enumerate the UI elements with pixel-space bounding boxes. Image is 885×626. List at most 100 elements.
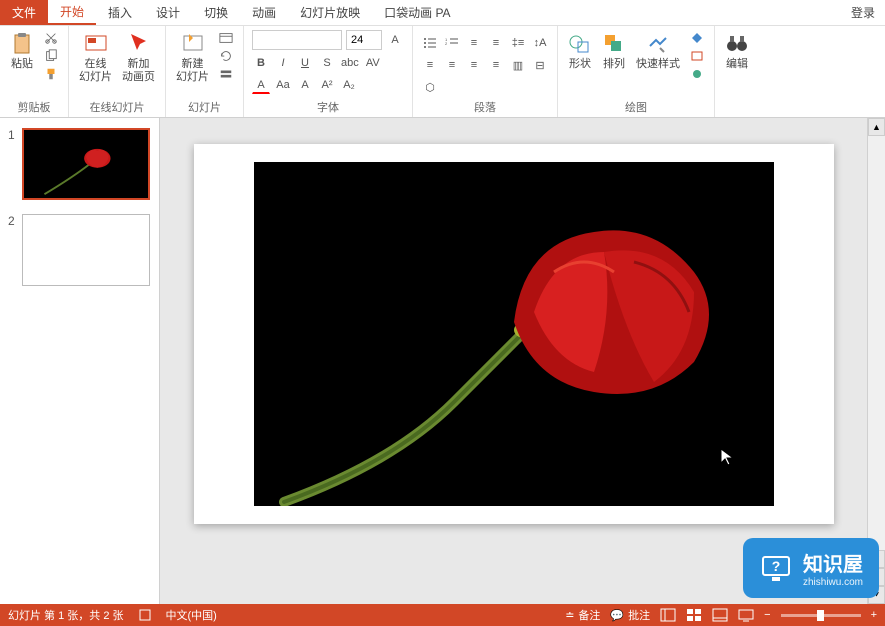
reset-button[interactable] bbox=[217, 48, 235, 64]
sorter-view-button[interactable] bbox=[686, 608, 702, 622]
group-label-slides: 幻灯片 bbox=[174, 99, 235, 115]
convert-smartart-button[interactable]: ⬡ bbox=[421, 78, 439, 96]
justify-button[interactable]: ≡ bbox=[487, 56, 505, 74]
slide-counter[interactable]: 幻灯片 第 1 张，共 2 张 bbox=[8, 607, 124, 623]
zoom-slider[interactable] bbox=[781, 614, 861, 617]
vertical-scrollbar[interactable]: ▲ ▼ ⯅ ⯆ bbox=[867, 118, 885, 604]
strike-button[interactable]: S bbox=[318, 54, 336, 72]
bullets-button[interactable] bbox=[421, 34, 439, 52]
columns-button[interactable]: ▥ bbox=[509, 56, 527, 74]
group-label-online: 在线幻灯片 bbox=[77, 99, 157, 115]
zoom-slider-thumb[interactable] bbox=[817, 610, 824, 621]
align-center-button[interactable]: ≡ bbox=[443, 56, 461, 74]
shapes-button[interactable]: 形状 bbox=[566, 30, 594, 73]
menu-file[interactable]: 文件 bbox=[0, 0, 48, 25]
tulip-thumb-image bbox=[24, 130, 148, 198]
format-painter-button[interactable] bbox=[42, 66, 60, 82]
shape-fill-button[interactable] bbox=[688, 30, 706, 46]
cursor-red-icon bbox=[127, 32, 151, 56]
section-button[interactable] bbox=[217, 66, 235, 82]
numbering-button[interactable]: 12 bbox=[443, 34, 461, 52]
shape-outline-button[interactable] bbox=[688, 48, 706, 64]
zoom-in-button[interactable]: + bbox=[871, 609, 877, 621]
group-online-slides: 在线 幻灯片 新加 动画页 在线幻灯片 bbox=[69, 26, 166, 117]
reset-icon bbox=[219, 50, 233, 62]
numbering-icon: 12 bbox=[445, 37, 459, 49]
comments-button[interactable]: 💬 批注 bbox=[610, 607, 650, 623]
new-anim-page-button[interactable]: 新加 动画页 bbox=[120, 30, 157, 86]
increase-indent-button[interactable]: ≡ bbox=[487, 34, 505, 52]
char-spacing-button[interactable]: AV bbox=[364, 54, 382, 72]
find-button[interactable]: 编辑 bbox=[723, 30, 751, 73]
font-size-combo[interactable] bbox=[346, 30, 382, 50]
copy-button[interactable] bbox=[42, 48, 60, 64]
decrease-indent-button[interactable]: ≡ bbox=[465, 34, 483, 52]
language-indicator[interactable]: 中文(中国) bbox=[166, 607, 217, 623]
menu-tab-slideshow[interactable]: 幻灯片放映 bbox=[288, 0, 372, 25]
arrange-button[interactable]: 排列 bbox=[600, 30, 628, 73]
group-label-drawing: 绘图 bbox=[566, 99, 706, 115]
font-color-button[interactable]: A bbox=[252, 76, 270, 94]
watermark-title: 知识屋 bbox=[803, 548, 863, 577]
book-icon bbox=[138, 608, 152, 622]
group-drawing: 形状 排列 快速样式 绘图 bbox=[558, 26, 715, 117]
shape-effects-button[interactable] bbox=[688, 66, 706, 82]
menu-tab-pocket-anim[interactable]: 口袋动画 PA bbox=[372, 0, 462, 25]
layout-button[interactable] bbox=[217, 30, 235, 46]
slide-canvas[interactable] bbox=[160, 118, 867, 604]
bold-button[interactable]: B bbox=[252, 54, 270, 72]
svg-text:2: 2 bbox=[445, 41, 448, 46]
menu-tab-home[interactable]: 开始 bbox=[48, 0, 96, 25]
menu-tab-transitions[interactable]: 切换 bbox=[192, 0, 240, 25]
text-shadow-button[interactable]: abc bbox=[340, 54, 360, 72]
align-left-button[interactable]: ≡ bbox=[421, 56, 439, 74]
online-slides-button[interactable]: 在线 幻灯片 bbox=[77, 30, 114, 86]
slide-thumb-1[interactable] bbox=[22, 128, 150, 200]
group-font: A B I U S abc AV A Aa A A² A₂ 字体 bbox=[244, 26, 413, 117]
slide-thumb-2[interactable] bbox=[22, 214, 150, 286]
effects-icon bbox=[690, 68, 704, 80]
italic-button[interactable]: I bbox=[274, 54, 292, 72]
copy-icon bbox=[44, 49, 58, 63]
menu-tab-animations[interactable]: 动画 bbox=[240, 0, 288, 25]
slide-thumb-2-wrap[interactable]: 2 bbox=[8, 214, 151, 286]
menu-tab-insert[interactable]: 插入 bbox=[96, 0, 144, 25]
line-spacing-button[interactable]: ‡≡ bbox=[509, 34, 527, 52]
ribbon: 粘贴 剪贴板 在线 幻灯片 新加 动画页 在线幻灯片 bbox=[0, 26, 885, 118]
scroll-track[interactable] bbox=[868, 136, 885, 550]
text-direction-button[interactable]: ↕A bbox=[531, 34, 549, 52]
login-link[interactable]: 登录 bbox=[841, 0, 885, 25]
cut-button[interactable] bbox=[42, 30, 60, 46]
align-text-button[interactable]: ⊟ bbox=[531, 56, 549, 74]
menu-tab-design[interactable]: 设计 bbox=[144, 0, 192, 25]
spell-check-icon[interactable] bbox=[138, 608, 152, 622]
slideshow-view-button[interactable] bbox=[738, 608, 754, 622]
svg-text:?: ? bbox=[772, 558, 781, 574]
zoom-out-button[interactable]: − bbox=[764, 609, 770, 621]
subscript-button[interactable]: A₂ bbox=[340, 76, 358, 94]
slide-image[interactable] bbox=[254, 162, 774, 506]
superscript-button[interactable]: A² bbox=[318, 76, 336, 94]
slide-panel[interactable]: 1 2 bbox=[0, 118, 160, 604]
align-right-button[interactable]: ≡ bbox=[465, 56, 483, 74]
font-family-combo[interactable] bbox=[252, 30, 342, 50]
clear-format-button[interactable]: A bbox=[296, 76, 314, 94]
quick-styles-button[interactable]: 快速样式 bbox=[634, 30, 682, 73]
normal-view-button[interactable] bbox=[660, 608, 676, 622]
paste-button[interactable]: 粘贴 bbox=[8, 30, 36, 73]
underline-button[interactable]: U bbox=[296, 54, 314, 72]
change-case-button[interactable]: Aa bbox=[274, 76, 292, 94]
group-editing: 编辑 bbox=[715, 26, 759, 117]
quick-styles-icon bbox=[646, 32, 670, 56]
reading-view-button[interactable] bbox=[712, 608, 728, 622]
notes-button[interactable]: ≐ 备注 bbox=[565, 607, 600, 623]
section-icon bbox=[219, 68, 233, 80]
current-slide[interactable] bbox=[194, 144, 834, 524]
scroll-up-button[interactable]: ▲ bbox=[868, 118, 885, 136]
group-paragraph: 12 ≡ ≡ ‡≡ ↕A ≡ ≡ ≡ ≡ ▥ ⊟ ⬡ 段落 bbox=[413, 26, 558, 117]
new-slide-button[interactable]: 新建 幻灯片 bbox=[174, 30, 211, 86]
watermark-url: zhishiwu.com bbox=[803, 577, 863, 588]
slideshow-icon bbox=[738, 608, 754, 622]
grow-font-button[interactable]: A bbox=[386, 31, 404, 49]
slide-thumb-1-wrap[interactable]: 1 bbox=[8, 128, 151, 200]
